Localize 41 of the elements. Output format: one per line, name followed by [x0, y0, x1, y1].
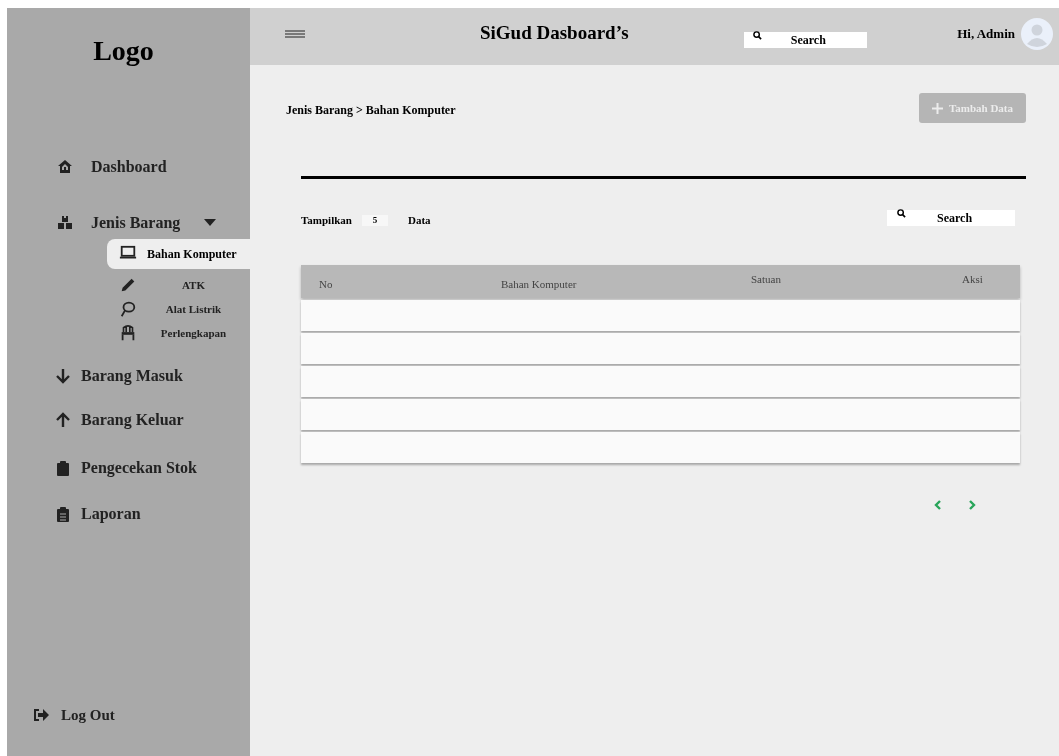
- search-field[interactable]: Search: [743, 31, 867, 48]
- boxes-icon: [57, 215, 73, 231]
- clipboard-icon: [55, 460, 71, 476]
- arrow-up-icon: [55, 412, 71, 428]
- column-header: Aksi: [962, 272, 984, 288]
- search-field[interactable]: Search: [887, 210, 1015, 226]
- sidebar-item[interactable]: Dashboard: [7, 154, 250, 180]
- search-icon: [897, 209, 906, 218]
- logo-text: Logo: [92, 34, 155, 68]
- pencil-icon: [119, 276, 137, 294]
- home-icon: [57, 159, 73, 175]
- logout-link[interactable]: Log Out: [33, 703, 115, 726]
- submenu-item[interactable]: Perlengkapan: [107, 321, 250, 345]
- column-header: Bahan Komputer: [501, 277, 578, 293]
- page-size-field[interactable]: 5: [361, 214, 388, 226]
- sidebar-item[interactable]: Barang Masuk: [7, 363, 250, 389]
- breadcrumb: Jenis Barang > Bahan Komputer: [286, 102, 456, 119]
- greeting-text: Hi, Admin: [957, 24, 1015, 43]
- avatar-icon: [1021, 17, 1053, 50]
- submenu-item[interactable]: Alat Listrik: [107, 297, 250, 321]
- show-label: Tampilkan: [301, 212, 352, 228]
- logout-icon: [33, 707, 49, 722]
- plus-icon: [931, 102, 943, 114]
- sidebar-item[interactable]: Laporan: [7, 501, 250, 527]
- report-icon: [55, 506, 71, 522]
- submenu-item[interactable]: Bahan Komputer: [107, 239, 250, 269]
- dashboard-title: SiGud Dasboard’s: [480, 21, 629, 46]
- submenu-item[interactable]: ATK: [107, 273, 250, 297]
- arrow-down-icon: [55, 368, 71, 384]
- menu-icon: [285, 29, 305, 38]
- chair-icon: [119, 324, 137, 342]
- sidebar-item[interactable]: Barang Keluar: [7, 407, 250, 433]
- column-header: Satuan: [751, 272, 782, 288]
- chevron-left-icon[interactable]: [934, 500, 941, 510]
- sidebar-item[interactable]: Pengecekan Stok: [7, 455, 250, 481]
- loop-icon: [119, 300, 137, 318]
- column-header: No: [318, 277, 334, 293]
- search-icon: [752, 30, 762, 40]
- sidebar-item[interactable]: Jenis Barang: [7, 210, 250, 236]
- chevron-right-icon[interactable]: [969, 500, 976, 510]
- data-label: Data: [407, 212, 431, 228]
